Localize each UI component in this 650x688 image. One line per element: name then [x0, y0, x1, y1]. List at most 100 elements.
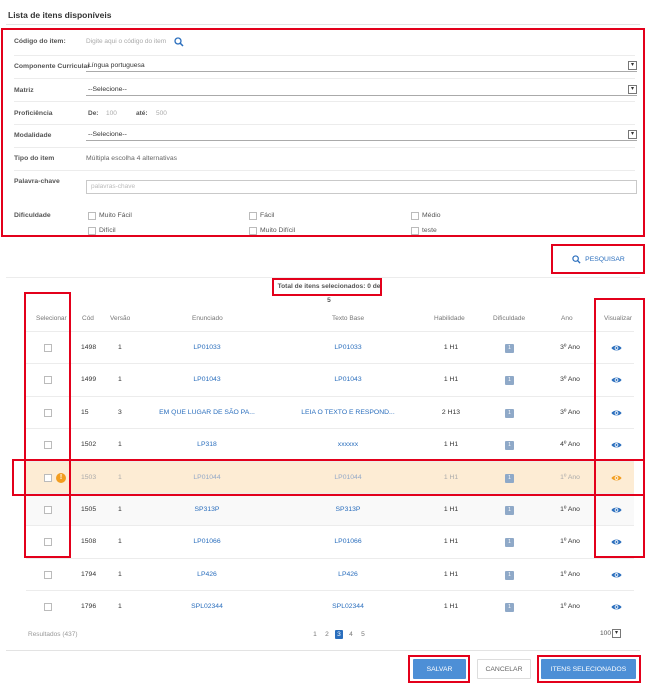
cell-texto-base-link[interactable]: SP313P — [296, 494, 400, 526]
divider — [6, 650, 640, 651]
search-icon[interactable] — [174, 37, 184, 47]
divider — [6, 277, 640, 278]
page-link[interactable]: 1 — [311, 630, 319, 639]
checkbox-muito-facil[interactable] — [88, 212, 96, 220]
cell-enunciado-link[interactable]: SPL02344 — [156, 591, 258, 623]
row-checkbox[interactable] — [44, 344, 52, 352]
search-button[interactable]: PESQUISAR — [556, 248, 641, 270]
cell-versao: 1 — [118, 441, 122, 449]
divider — [14, 124, 635, 125]
page-link[interactable]: 4 — [347, 630, 355, 639]
table-row-selected[interactable]: ! 1503 1 LP01044 LP01044 1 H1 1 1º Ano — [26, 460, 634, 494]
cell-enunciado-link[interactable]: LP426 — [156, 559, 258, 591]
eye-icon[interactable] — [611, 474, 622, 482]
cell-texto-base-link[interactable]: LP01066 — [296, 526, 400, 558]
eye-icon[interactable] — [611, 538, 622, 546]
keyword-input[interactable]: palavras-chave — [86, 180, 637, 194]
table-row[interactable]: 1508 1 LP01066 LP01066 1 H1 1 1º Ano — [26, 525, 634, 557]
eye-icon[interactable] — [611, 409, 622, 417]
difficulty-badge: 1 — [505, 603, 514, 613]
chevron-down-icon[interactable]: ▾ — [628, 61, 637, 70]
cell-texto-base-link[interactable]: LP01043 — [296, 364, 400, 396]
cell-habilidade: 1 H1 — [443, 506, 459, 513]
cancel-button[interactable]: CANCELAR — [477, 659, 531, 679]
table-row[interactable]: 1502 1 LP318 xxxxxx 1 H1 1 4º Ano — [26, 428, 634, 460]
eye-icon[interactable] — [611, 344, 622, 352]
page-link[interactable]: 5 — [359, 630, 367, 639]
row-checkbox[interactable] — [44, 473, 52, 482]
cell-habilidade: 2 H13 — [441, 408, 461, 416]
table-row[interactable]: 1498 1 LP01033 LP01033 1 H1 1 3º Ano — [26, 331, 634, 363]
checkbox-label: Muito Difícil — [260, 227, 296, 234]
row-checkbox[interactable] — [44, 408, 52, 417]
palavra-label: Palavra-chave — [14, 178, 60, 185]
modalidade-select[interactable]: --Selecione-- ▾ — [86, 130, 637, 141]
eye-icon[interactable] — [611, 603, 622, 611]
divider — [14, 147, 635, 148]
selected-items-button[interactable]: ITENS SELECIONADOS — [541, 659, 636, 679]
col-enunciado: Enunciado — [192, 315, 223, 322]
difficulty-badge: 1 — [505, 441, 514, 451]
cell-enunciado-link[interactable]: EM QUE LUGAR DE SÃO PA... — [156, 397, 258, 429]
componente-select[interactable]: Língua portuguesa ▾ — [86, 61, 637, 72]
checkbox-facil[interactable] — [249, 212, 257, 220]
cell-texto-base-link[interactable]: LP426 — [296, 559, 400, 591]
cell-enunciado-link[interactable]: LP01043 — [156, 364, 258, 396]
cell-enunciado-link[interactable]: LP01044 — [156, 462, 258, 494]
results-count: Resultados (437) — [28, 631, 78, 638]
page-link-current[interactable]: 3 — [335, 630, 343, 639]
difficulty-badge: 1 — [505, 506, 514, 515]
chevron-down-icon[interactable]: ▾ — [628, 85, 637, 94]
row-checkbox[interactable] — [44, 603, 52, 612]
row-checkbox[interactable] — [44, 441, 52, 450]
chevron-down-icon[interactable]: ▾ — [612, 629, 622, 638]
cell-enunciado-link[interactable]: LP318 — [156, 429, 258, 461]
row-checkbox[interactable] — [44, 506, 52, 514]
cell-enunciado-link[interactable]: LP01033 — [156, 332, 258, 364]
cell-texto-base-link[interactable]: LP01044 — [296, 462, 400, 494]
table-row[interactable]: 1505 1 SP313P SP313P 1 H1 1 1º Ano — [26, 493, 634, 525]
chevron-down-icon[interactable]: ▾ — [628, 130, 637, 139]
save-button[interactable]: SALVAR — [413, 659, 466, 679]
table-row[interactable]: 1796 1 SPL02344 SPL02344 1 H1 1 1º Ano — [26, 590, 634, 622]
cell-versao: 3 — [118, 408, 122, 416]
row-checkbox[interactable] — [44, 538, 52, 547]
cell-enunciado-link[interactable]: SP313P — [156, 494, 258, 526]
cell-ano: 1º Ano — [560, 473, 580, 481]
cell-enunciado-link[interactable]: LP01066 — [156, 526, 258, 558]
eye-icon[interactable] — [611, 571, 622, 579]
checkbox-dificil[interactable] — [88, 227, 96, 235]
table-row[interactable]: 1499 1 LP01043 LP01043 1 H1 1 3º Ano — [26, 363, 634, 395]
codigo-input[interactable]: Digite aqui o código do item — [86, 38, 166, 45]
eye-icon[interactable] — [611, 441, 622, 449]
de-input[interactable]: 100 — [106, 110, 117, 117]
row-checkbox[interactable] — [44, 376, 52, 385]
checkbox-muito-dificil[interactable] — [249, 227, 257, 235]
eye-icon[interactable] — [611, 376, 622, 384]
cell-habilidade: 1 H1 — [443, 538, 459, 546]
eye-icon[interactable] — [611, 506, 622, 514]
cell-texto-base-link[interactable]: xxxxxx — [296, 429, 400, 461]
checkbox-teste[interactable] — [411, 227, 419, 235]
page-link[interactable]: 2 — [323, 630, 331, 639]
difficulty-badge: 1 — [505, 538, 514, 548]
cell-texto-base-link[interactable]: LP01033 — [296, 332, 400, 364]
matriz-select[interactable]: --Selecione-- ▾ — [86, 85, 637, 96]
cell-cod: 1498 — [81, 344, 97, 351]
codigo-label: Código do item: — [14, 38, 66, 45]
ate-input[interactable]: 500 — [156, 110, 167, 117]
checkbox-medio[interactable] — [411, 212, 419, 220]
checkbox-label: Médio — [422, 212, 441, 219]
table-row[interactable]: 15 3 EM QUE LUGAR DE SÃO PA... LEIA O TEXTO… — [26, 395, 634, 429]
cell-cod: 1796 — [81, 603, 97, 611]
cell-texto-base-link[interactable]: LEIA O TEXTO E RESPOND... — [296, 397, 400, 429]
per-page-select[interactable]: 100 ▾ — [600, 629, 622, 638]
checkbox-label: teste — [422, 227, 437, 234]
componente-value: Língua portuguesa — [88, 62, 145, 69]
cell-ano: 4º Ano — [560, 441, 580, 449]
col-cod: Cód — [82, 315, 94, 322]
divider — [14, 170, 635, 171]
cell-texto-base-link[interactable]: SPL02344 — [296, 591, 400, 623]
row-checkbox[interactable] — [44, 570, 52, 579]
table-row[interactable]: 1794 1 LP426 LP426 1 H1 1 1º Ano — [26, 557, 634, 591]
